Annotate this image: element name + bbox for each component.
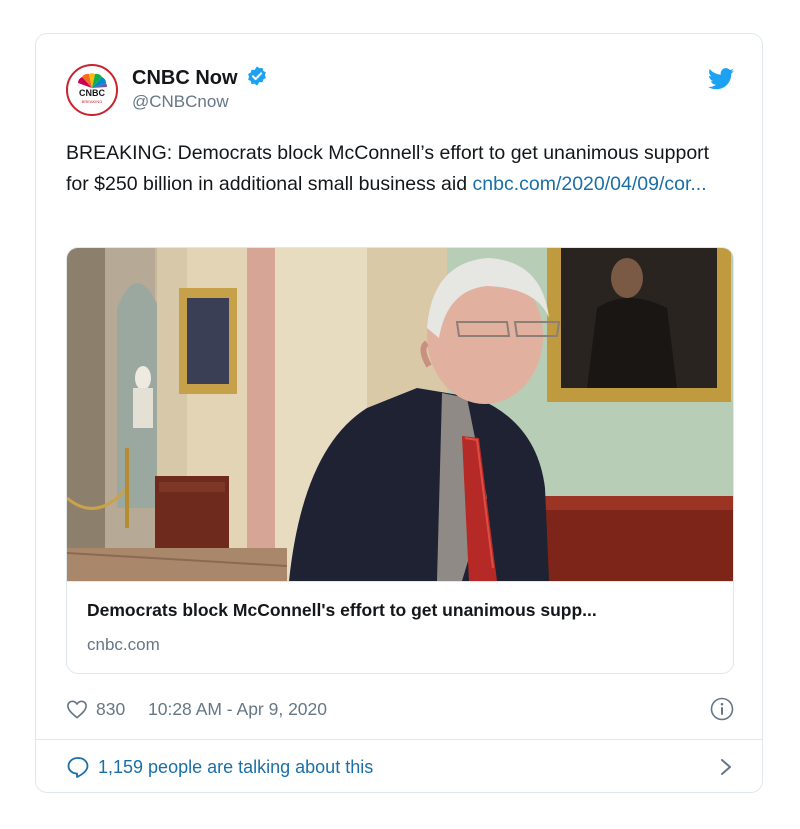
tweet-link[interactable]: cnbc.com/2020/04/09/cor... — [473, 173, 707, 195]
avatar[interactable]: CNBC BREAKING — [66, 64, 118, 116]
heart-icon[interactable] — [66, 699, 88, 719]
card-domain: cnbc.com — [87, 635, 160, 654]
like-count[interactable]: 830 — [96, 699, 125, 720]
verified-badge-icon — [248, 66, 266, 86]
speech-bubble-icon — [67, 757, 89, 778]
divider — [36, 739, 762, 740]
article-photo — [67, 248, 733, 581]
display-name[interactable]: CNBC Now — [132, 66, 238, 90]
user-handle[interactable]: @CNBCnow — [132, 91, 268, 113]
author-block: CNBC Now @CNBCnow — [132, 66, 268, 113]
chevron-right-icon[interactable] — [720, 758, 732, 776]
avatar-logo-subtext: BREAKING — [82, 99, 103, 104]
avatar-logo-text: CNBC — [79, 88, 105, 98]
card-title[interactable]: Democrats block McConnell's effort to ge… — [87, 600, 597, 621]
timestamp[interactable]: 10:28 AM - Apr 9, 2020 — [148, 699, 327, 720]
info-icon[interactable] — [710, 697, 734, 721]
talking-label[interactable]: 1,159 people are talking about this — [98, 757, 373, 778]
embedded-tweet: CNBC BREAKING CNBC Now @CNBCnow BREAKING… — [35, 33, 763, 793]
link-preview-card[interactable]: Democrats block McConnell's effort to ge… — [66, 247, 734, 674]
twitter-bird-icon[interactable] — [708, 68, 734, 90]
card-caption: Democrats block McConnell's effort to ge… — [67, 581, 733, 673]
tweet-meta: 830 10:28 AM - Apr 9, 2020 — [66, 697, 734, 723]
tweet-header: CNBC BREAKING CNBC Now @CNBCnow — [66, 64, 734, 118]
tweet-text: BREAKING: Democrats block McConnell’s ef… — [66, 138, 731, 200]
talking-about-link[interactable]: 1,159 people are talking about this — [66, 754, 734, 782]
